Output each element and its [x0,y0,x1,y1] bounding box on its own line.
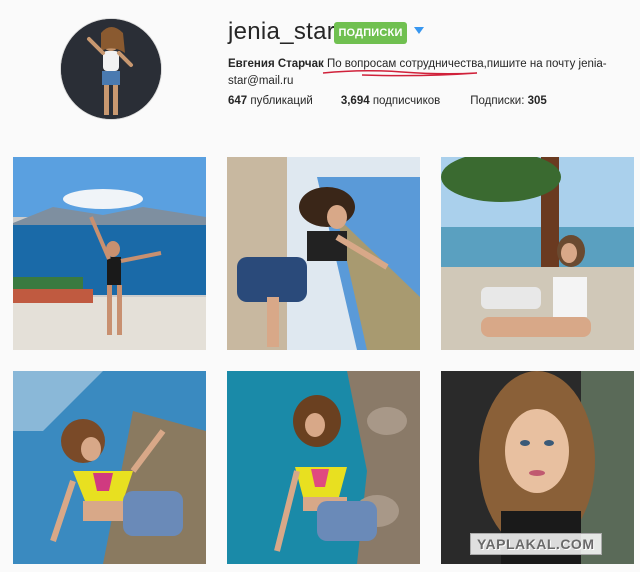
post-thumbnail[interactable] [441,157,634,350]
avatar-photo [61,19,161,119]
followers-count: 3,694 [340,95,370,107]
followers-stat[interactable]: 3,694 подписчиков [341,95,440,107]
post-photo [13,157,206,350]
post-photo [441,157,634,350]
post-thumbnail[interactable] [13,371,206,564]
followers-label: подписчиков [372,95,441,107]
post-thumbnail[interactable] [13,157,206,350]
profile-avatar[interactable] [60,18,162,120]
follow-button[interactable]: ПОДПИСКИ [334,22,407,44]
following-label: Подписки: [470,95,525,107]
profile-stats: 647 публикаций 3,694 подписчиков Подписк… [228,95,575,107]
posts-count: 647 [228,95,248,107]
post-thumbnail[interactable] [227,157,420,350]
posts-stat: 647 публикаций [228,95,313,107]
profile-full-name: Евгения Старчак [228,58,324,70]
post-thumbnail[interactable] [227,371,420,564]
following-count: 305 [527,95,547,107]
watermark: YAPLAKAL.COM [470,533,602,555]
post-photo [227,157,420,350]
following-stat[interactable]: Подписки: 305 [470,95,547,107]
profile-username: jenia_star [228,18,336,45]
post-photo [13,371,206,564]
post-photo [227,371,420,564]
posts-label: публикаций [250,95,313,107]
red-underline-annotation [322,69,478,77]
chevron-down-icon[interactable] [414,27,424,34]
